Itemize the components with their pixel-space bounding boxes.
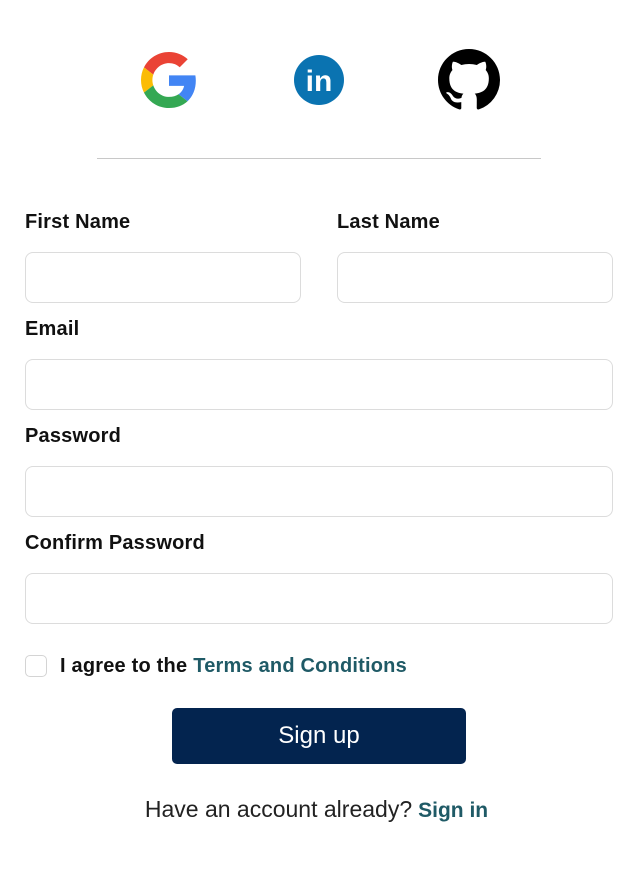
confirm-password-label: Confirm Password [25,532,205,554]
github-login-button[interactable] [437,48,501,112]
last-name-label: Last Name [337,211,440,233]
sign-in-prompt: Have an account already? Sign in [0,796,633,823]
google-login-button[interactable] [137,48,201,112]
terms-and-conditions-link[interactable]: Terms and Conditions [193,655,407,678]
sign-in-link[interactable]: Sign in [418,799,488,822]
terms-agreement-text: I agree to the [60,654,188,677]
first-name-input[interactable] [25,252,301,303]
first-name-label: First Name [25,211,131,233]
confirm-password-input[interactable] [25,573,613,624]
have-account-text: Have an account already? [144,796,413,822]
linkedin-icon-text: in [306,65,333,98]
section-divider [97,158,541,159]
email-input[interactable] [25,359,613,410]
linkedin-login-button[interactable]: in [287,48,351,112]
social-login-row: in [0,48,633,112]
last-name-input[interactable] [337,252,613,303]
google-icon [141,52,196,108]
linkedin-icon: in [294,55,344,105]
terms-checkbox[interactable] [25,655,47,677]
password-input[interactable] [25,466,613,517]
email-label: Email [25,318,80,340]
github-icon [438,49,500,110]
sign-up-button[interactable]: Sign up [172,708,466,764]
terms-agreement-row: I agree to the Terms and Conditions [25,654,407,678]
password-label: Password [25,425,122,447]
